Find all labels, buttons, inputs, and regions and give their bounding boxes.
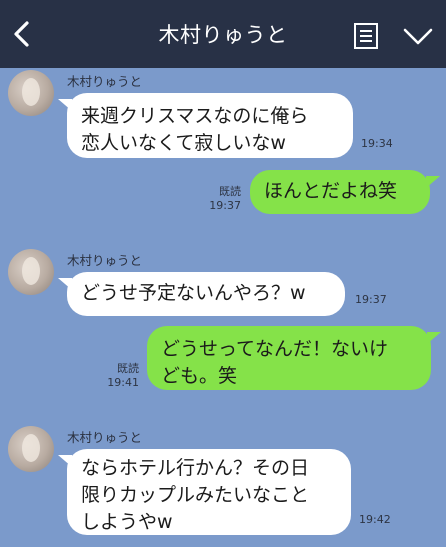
sender-name: 木村りゅうと (67, 430, 143, 445)
chat-title: 木村りゅうと (158, 23, 288, 47)
message-time: 19:34 (361, 137, 393, 150)
expand-menu-button[interactable] (403, 27, 433, 47)
avatar[interactable] (8, 70, 54, 116)
avatar[interactable] (8, 426, 54, 472)
bubble-tail (427, 332, 441, 344)
bubble-tail (426, 176, 440, 188)
sender-name: 木村りゅうと (67, 253, 143, 268)
chat-header: 木村りゅうと (0, 0, 446, 68)
message-bubble[interactable]: ほんとだよね笑 (250, 170, 430, 214)
message-time: 19:37 (355, 293, 387, 306)
message-bubble[interactable]: どうせ予定ないんやろ？w (67, 272, 345, 316)
note-menu-button[interactable] (353, 22, 379, 50)
sender-name: 木村りゅうと (67, 74, 143, 89)
message-bubble[interactable]: 来週クリスマスなのに俺ら 恋人いなくて寂しいなw (67, 93, 353, 158)
note-list-icon (354, 23, 378, 49)
read-receipt: 既読 (117, 362, 139, 375)
read-receipt: 既読 (219, 185, 241, 198)
message-time: 19:37 (209, 199, 241, 212)
chevron-down-icon (403, 28, 433, 45)
message-bubble[interactable]: ならホテル行かん？その日 限りカップルみたいなこと しようやw (67, 449, 351, 535)
avatar[interactable] (8, 249, 54, 295)
message-time: 19:42 (359, 513, 391, 526)
message-bubble[interactable]: どうせってなんだ！ないけ ども。笑 (147, 326, 431, 390)
message-time: 19:41 (107, 376, 139, 389)
